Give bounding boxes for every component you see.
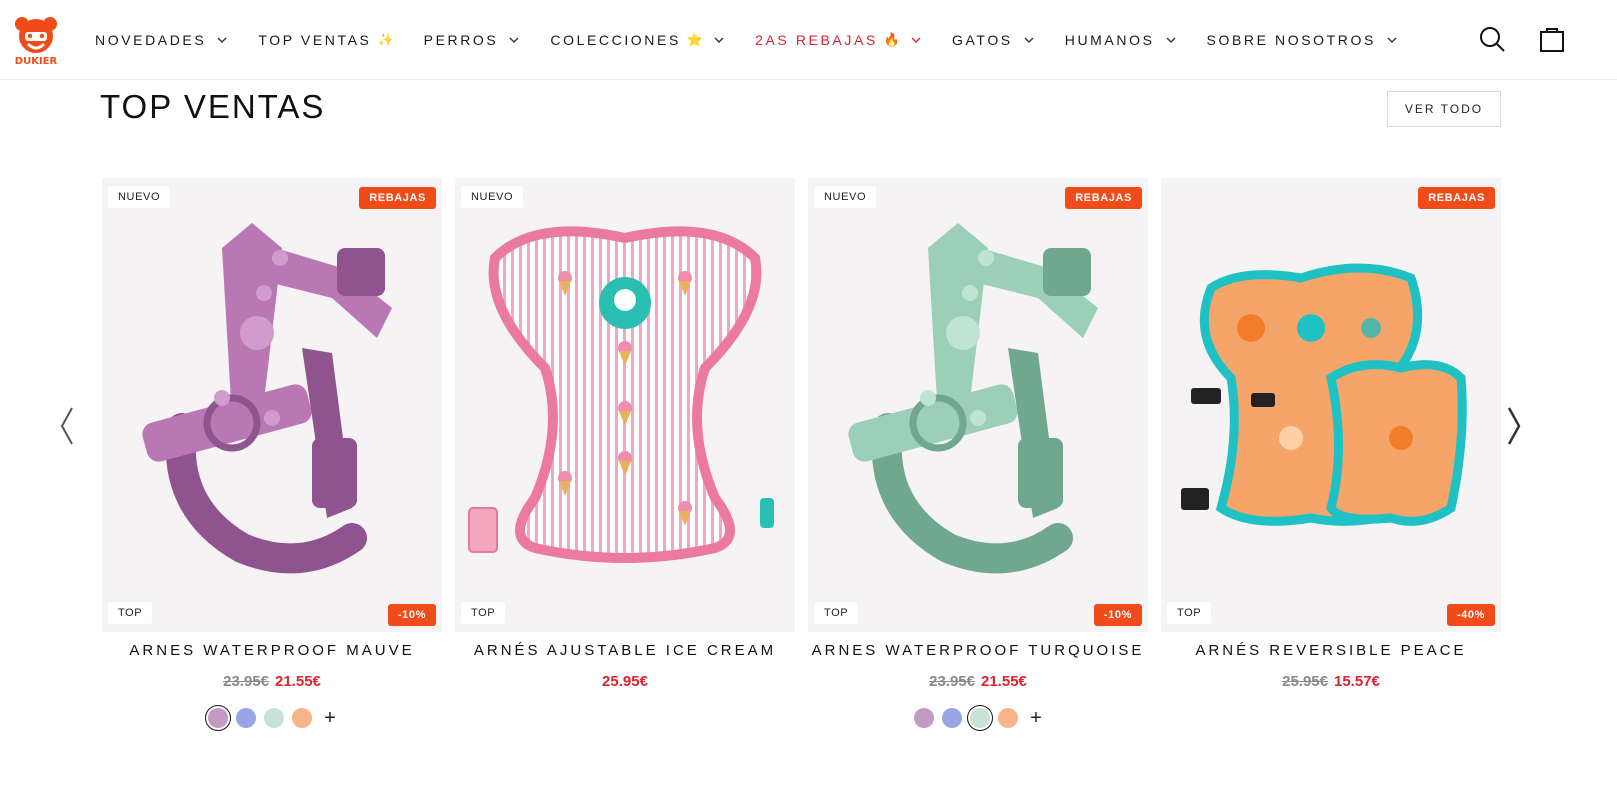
product-card[interactable]: NUEVO REBAJAS TOP -10% ARNES WATERPROOF TURQ… bbox=[808, 178, 1148, 728]
product-price: 25.95€ 15.57€ bbox=[1161, 673, 1501, 690]
sale-price: 15.57€ bbox=[1334, 673, 1380, 690]
carousel-next-arrow-icon[interactable] bbox=[1503, 404, 1525, 448]
product-title[interactable]: ARNÉS AJUSTABLE ICE CREAM bbox=[455, 642, 795, 659]
color-swatch[interactable] bbox=[942, 708, 963, 728]
product-price: 23.95€ 21.55€ bbox=[808, 673, 1148, 690]
nav-item-colecciones[interactable]: COLECCIONES ⭐ bbox=[550, 32, 725, 48]
product-image[interactable]: NUEVO REBAJAS TOP -10% bbox=[102, 178, 442, 632]
product-card[interactable]: NUEVO TOP ARNÉS AJUSTABLE ICE CREAM 25.95€ bbox=[455, 178, 795, 690]
sale-price: 21.55€ bbox=[981, 673, 1027, 690]
site-header: DUKIER NOVEDADES TOP VENTAS ✨ PERROS COLECCI… bbox=[0, 0, 1617, 80]
nav-emoji-icon: ⭐ bbox=[686, 32, 704, 47]
svg-text:DUKIER: DUKIER bbox=[15, 56, 58, 66]
discount-badge: -40% bbox=[1446, 604, 1495, 626]
color-swatches: + bbox=[102, 708, 442, 728]
header-actions bbox=[1477, 24, 1567, 54]
cart-icon[interactable] bbox=[1537, 24, 1567, 54]
discount-badge: -10% bbox=[1093, 604, 1142, 626]
nav-item-label: COLECCIONES bbox=[550, 32, 681, 48]
nav-item-label: PERROS bbox=[423, 32, 499, 48]
nav-item-novedades[interactable]: NOVEDADES bbox=[95, 32, 228, 48]
top-badge: TOP bbox=[108, 602, 153, 624]
new-badge: NUEVO bbox=[461, 186, 524, 208]
product-image[interactable]: NUEVO REBAJAS TOP -10% bbox=[808, 178, 1148, 632]
sale-price: 21.55€ bbox=[275, 673, 321, 690]
original-price: 23.95€ bbox=[929, 673, 975, 690]
sale-price: 25.95€ bbox=[602, 673, 648, 690]
color-swatch[interactable] bbox=[914, 708, 935, 728]
more-colors-icon[interactable]: + bbox=[1030, 708, 1042, 728]
original-price: 25.95€ bbox=[1282, 673, 1328, 690]
product-image[interactable]: NUEVO TOP bbox=[455, 178, 795, 632]
sale-badge: REBAJAS bbox=[359, 187, 436, 209]
product-title[interactable]: ARNES WATERPROOF TURQUOISE bbox=[808, 642, 1148, 659]
product-card[interactable]: REBAJAS TOP -40% ARNÉS REVERSIBLE PEACE 25.9… bbox=[1161, 178, 1501, 690]
more-colors-icon[interactable]: + bbox=[324, 708, 336, 728]
color-swatch[interactable] bbox=[264, 708, 285, 728]
product-title[interactable]: ARNES WATERPROOF MAUVE bbox=[102, 642, 442, 659]
product-card[interactable]: NUEVO REBAJAS TOP -10% ARNES WATERPROOF MAUV… bbox=[102, 178, 442, 728]
nav-item-label: NOVEDADES bbox=[95, 32, 207, 48]
original-price: 23.95€ bbox=[223, 673, 269, 690]
nav-emoji-icon: ✨ bbox=[377, 32, 394, 47]
color-swatch[interactable] bbox=[236, 708, 257, 728]
nav-item-label: GATOS bbox=[952, 32, 1013, 48]
nav-item-label: SOBRE NOSOTROS bbox=[1206, 32, 1376, 48]
main-navigation: NOVEDADES TOP VENTAS ✨ PERROS COLECCIONES ⭐ 2A… bbox=[95, 28, 1428, 52]
sale-badge: REBAJAS bbox=[1418, 187, 1495, 209]
nav-item-humanos[interactable]: HUMANOS bbox=[1065, 32, 1177, 48]
nav-item-perros[interactable]: PERROS bbox=[424, 32, 521, 48]
color-swatch[interactable] bbox=[292, 708, 313, 728]
nav-item-top-ventas[interactable]: TOP VENTAS ✨ bbox=[258, 32, 393, 48]
nav-item-gatos[interactable]: GATOS bbox=[952, 32, 1035, 48]
top-badge: TOP bbox=[1167, 602, 1212, 624]
color-swatch[interactable] bbox=[208, 708, 229, 728]
chevron-down-icon bbox=[1387, 37, 1397, 43]
nav-emoji-icon: 🔥 bbox=[883, 32, 901, 47]
product-price: 25.95€ bbox=[455, 673, 795, 690]
chevron-down-icon bbox=[1024, 37, 1034, 43]
discount-badge: -10% bbox=[387, 604, 436, 626]
product-image[interactable]: REBAJAS TOP -40% bbox=[1161, 178, 1501, 632]
chevron-down-icon bbox=[1166, 37, 1176, 43]
chevron-down-icon bbox=[509, 37, 519, 43]
sale-badge: REBAJAS bbox=[1065, 187, 1142, 209]
chevron-down-icon bbox=[217, 37, 227, 43]
nav-item-sobre-nosotros[interactable]: SOBRE NOSOTROS bbox=[1207, 32, 1398, 48]
section-title: TOP VENTAS bbox=[100, 88, 326, 125]
carousel-prev-arrow-icon[interactable] bbox=[56, 404, 78, 448]
nav-item-label: HUMANOS bbox=[1064, 32, 1155, 48]
top-badge: TOP bbox=[814, 602, 859, 624]
color-swatch[interactable] bbox=[998, 708, 1019, 728]
color-swatch[interactable] bbox=[970, 708, 991, 728]
dukier-logo[interactable]: DUKIER bbox=[10, 14, 62, 66]
nav-item-2as-rebajas[interactable]: 2AS REBAJAS 🔥 bbox=[755, 32, 922, 48]
view-all-button[interactable]: VER TODO bbox=[1387, 91, 1501, 127]
nav-item-label: TOP VENTAS bbox=[258, 32, 372, 48]
chevron-down-icon bbox=[714, 37, 724, 43]
search-icon[interactable] bbox=[1477, 24, 1507, 54]
color-swatches: + bbox=[808, 708, 1148, 728]
top-badge: TOP bbox=[461, 602, 506, 624]
new-badge: NUEVO bbox=[108, 186, 171, 208]
product-price: 23.95€ 21.55€ bbox=[102, 673, 442, 690]
nav-item-label: 2AS REBAJAS bbox=[755, 32, 878, 48]
chevron-down-icon bbox=[911, 37, 921, 43]
product-title[interactable]: ARNÉS REVERSIBLE PEACE bbox=[1161, 642, 1501, 659]
new-badge: NUEVO bbox=[814, 186, 877, 208]
